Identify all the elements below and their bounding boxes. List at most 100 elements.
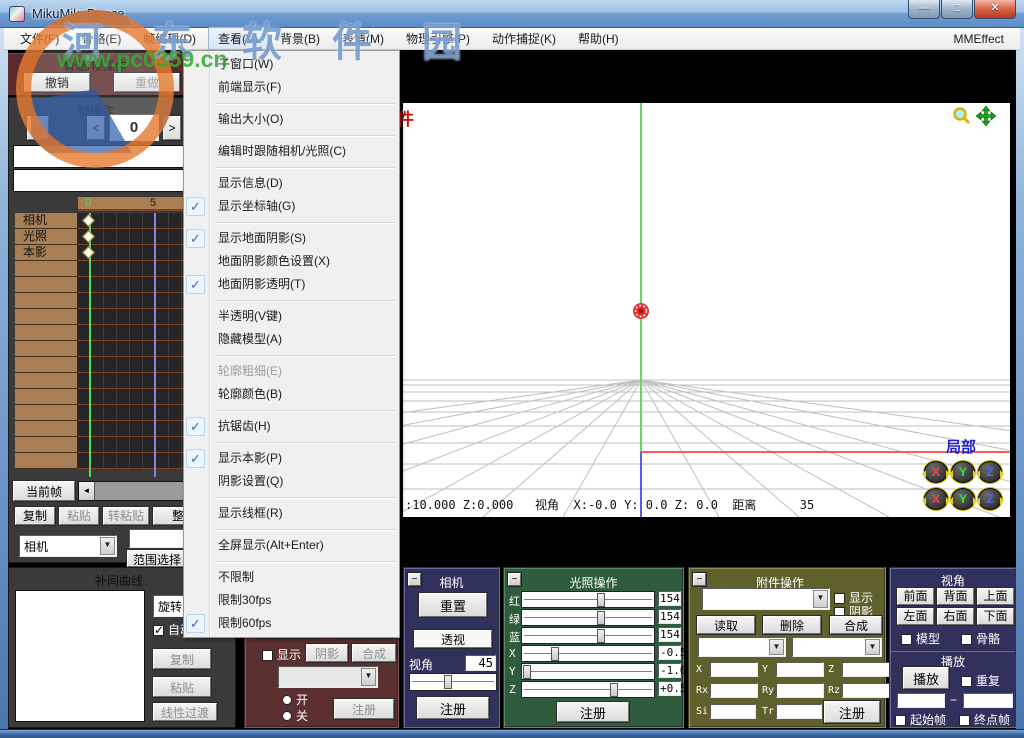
menu-item-3[interactable]: 帧编辑(D)	[133, 27, 206, 50]
menu-item-4[interactable]: 查看(V)	[208, 27, 268, 50]
accessory-delete-button[interactable]: 删除	[763, 616, 821, 634]
linear-transition-button[interactable]: 线性过渡	[153, 703, 217, 721]
accessory-register-button[interactable]: 注册	[824, 701, 880, 723]
view-menu-item[interactable]: 轮廓颜色(B)	[184, 383, 399, 406]
keyframe-diamond-icon[interactable]	[82, 246, 95, 259]
chevron-down-icon[interactable]: ▼	[100, 537, 115, 555]
menu-item-2[interactable]: 骨骼(E)	[71, 27, 131, 50]
chevron-down-icon[interactable]: ▼	[769, 639, 784, 655]
view-menu-item[interactable]: ✓限制60fps	[184, 612, 399, 635]
view-menu-item[interactable]: 显示信息(D)	[184, 172, 399, 195]
model-sub-dropdown[interactable]: ▼	[278, 666, 378, 688]
menu-item-1[interactable]: 文件(F)	[10, 27, 69, 50]
accessory-x-input[interactable]	[710, 662, 758, 677]
current-frame-button[interactable]: 当前帧	[13, 481, 75, 501]
view-menu-item[interactable]: 限制30fps	[184, 589, 399, 612]
model-shadow-button[interactable]: 阴影	[306, 644, 348, 662]
slider-thumb[interactable]	[597, 611, 605, 625]
minimize-button[interactable]: —	[908, 0, 940, 19]
play-button[interactable]: 播放	[903, 667, 949, 689]
repeat-checkbox[interactable]: 重复	[961, 672, 1000, 689]
menu-item-6[interactable]: 表情(M)	[332, 27, 394, 50]
slider-thumb[interactable]	[523, 665, 531, 679]
model-blend-button[interactable]: 合成	[352, 644, 396, 662]
accessory-z-input[interactable]	[842, 662, 890, 677]
view-左面-button[interactable]: 左面	[897, 608, 934, 625]
view-menu-item[interactable]: ✓抗锯齿(H)	[184, 415, 399, 438]
view-menu-item[interactable]: 全屏显示(Alt+Enter)	[184, 534, 399, 557]
ik-off-radio[interactable]: 关	[282, 707, 308, 724]
fov-slider[interactable]	[409, 673, 497, 691]
view-menu-item[interactable]: 前端显示(F)	[184, 76, 399, 99]
camera-register-button[interactable]: 注册	[417, 697, 489, 719]
light-green-slider[interactable]	[521, 609, 655, 626]
view-menu-item[interactable]: ✓显示地面阴影(S)	[184, 227, 399, 250]
redo-button[interactable]: 重做	[114, 73, 180, 92]
slider-thumb[interactable]	[551, 647, 559, 661]
start-frame-checkbox[interactable]: 起始帧	[895, 711, 946, 728]
interp-paste-button[interactable]: 粘贴	[153, 677, 211, 697]
light-z-value[interactable]: +0.5	[658, 681, 681, 696]
accessory-panel-minimize-button[interactable]: −	[693, 573, 706, 586]
view-menu-item[interactable]: 阴影设置(Q)	[184, 470, 399, 493]
fov-value[interactable]: 45	[465, 655, 496, 671]
slider-thumb[interactable]	[610, 683, 618, 697]
accessory-si-input[interactable]	[710, 704, 756, 719]
view-menu-item[interactable]: 半透明(V键)	[184, 305, 399, 328]
camera-reset-button[interactable]: 重置	[419, 593, 487, 617]
view-menu-item[interactable]: 轮廓粗细(E)	[184, 360, 399, 383]
prev-frame-button[interactable]: <	[87, 116, 105, 140]
next-frame-button[interactable]: >	[163, 116, 181, 140]
view-bone-checkbox[interactable]: 骨骼	[961, 630, 1000, 647]
first-frame-button[interactable]: |<	[27, 116, 49, 140]
menu-item-9[interactable]: 帮助(H)	[568, 27, 629, 50]
view-下面-button[interactable]: 下面	[977, 608, 1014, 625]
range-select-button[interactable]: 范围选择	[127, 550, 187, 567]
pan-move-icon[interactable]	[976, 106, 996, 126]
accessory-y-input[interactable]	[776, 662, 824, 677]
interp-copy-button[interactable]: 复制	[153, 649, 211, 669]
frame-number-input[interactable]: 0	[109, 114, 159, 141]
menu-item-7[interactable]: 物理引擎(P)	[396, 27, 480, 50]
light-blue-value[interactable]: 154	[658, 627, 681, 642]
chevron-down-icon[interactable]: ▼	[813, 590, 828, 608]
view-menu-item[interactable]: 不限制	[184, 566, 399, 589]
view-model-checkbox[interactable]: 模型	[901, 630, 940, 647]
view-menu-item[interactable]: ✓显示本影(P)	[184, 447, 399, 470]
view-前面-button[interactable]: 前面	[897, 588, 934, 605]
view-右面-button[interactable]: 右面	[937, 608, 974, 625]
view-menu-item[interactable]: 编辑时跟随相机/光照(C)	[184, 140, 399, 163]
view-menu-item[interactable]: 地面阴影颜色设置(X)	[184, 250, 399, 273]
viewport-3d[interactable]: 件 局部 XYZXYZ :10.000 Z:0.000 视角 X:-0.0 Y:…	[403, 103, 1010, 517]
view-上面-button[interactable]: 上面	[977, 588, 1014, 605]
slider-thumb[interactable]	[597, 629, 605, 643]
slider-thumb[interactable]	[597, 593, 605, 607]
view-menu-item[interactable]: 显示线框(R)	[184, 502, 399, 525]
keyframe-diamond-icon[interactable]	[82, 214, 95, 227]
view-menu-item[interactable]: 子窗口(W)	[184, 53, 399, 76]
view-背面-button[interactable]: 背面	[937, 588, 974, 605]
target-select-dropdown[interactable]: 相机 ▼	[19, 535, 117, 557]
maximize-button[interactable]: □	[941, 0, 973, 19]
accessory-select-dropdown[interactable]: ▼	[702, 588, 830, 610]
accessory-load-button[interactable]: 读取	[697, 616, 755, 634]
edit-button-粘贴[interactable]: 粘贴	[59, 507, 99, 525]
chevron-down-icon[interactable]: ▼	[865, 639, 880, 655]
edit-button-转粘贴[interactable]: 转粘贴	[103, 507, 149, 525]
scrollbar-left-arrow[interactable]: ◄	[79, 482, 95, 500]
accessory-rz-input[interactable]	[842, 683, 890, 698]
edit-button-复制[interactable]: 复制	[15, 507, 55, 525]
camera-perspective-button[interactable]: 透视	[414, 630, 492, 648]
light-x-slider[interactable]	[521, 645, 655, 662]
play-end-input[interactable]	[963, 693, 1013, 708]
menu-item-mmeffect[interactable]: MMEffect	[948, 31, 1010, 47]
close-button[interactable]: ✕	[974, 0, 1016, 19]
view-menu-item[interactable]: 隐藏模型(A)	[184, 328, 399, 351]
keyframe-diamond-icon[interactable]	[82, 230, 95, 243]
light-blue-slider[interactable]	[521, 627, 655, 644]
light-red-value[interactable]: 154	[658, 591, 681, 606]
light-red-slider[interactable]	[521, 591, 655, 608]
accessory-ry-input[interactable]	[776, 683, 824, 698]
zoom-icon[interactable]	[952, 106, 972, 126]
light-register-button[interactable]: 注册	[557, 702, 629, 722]
